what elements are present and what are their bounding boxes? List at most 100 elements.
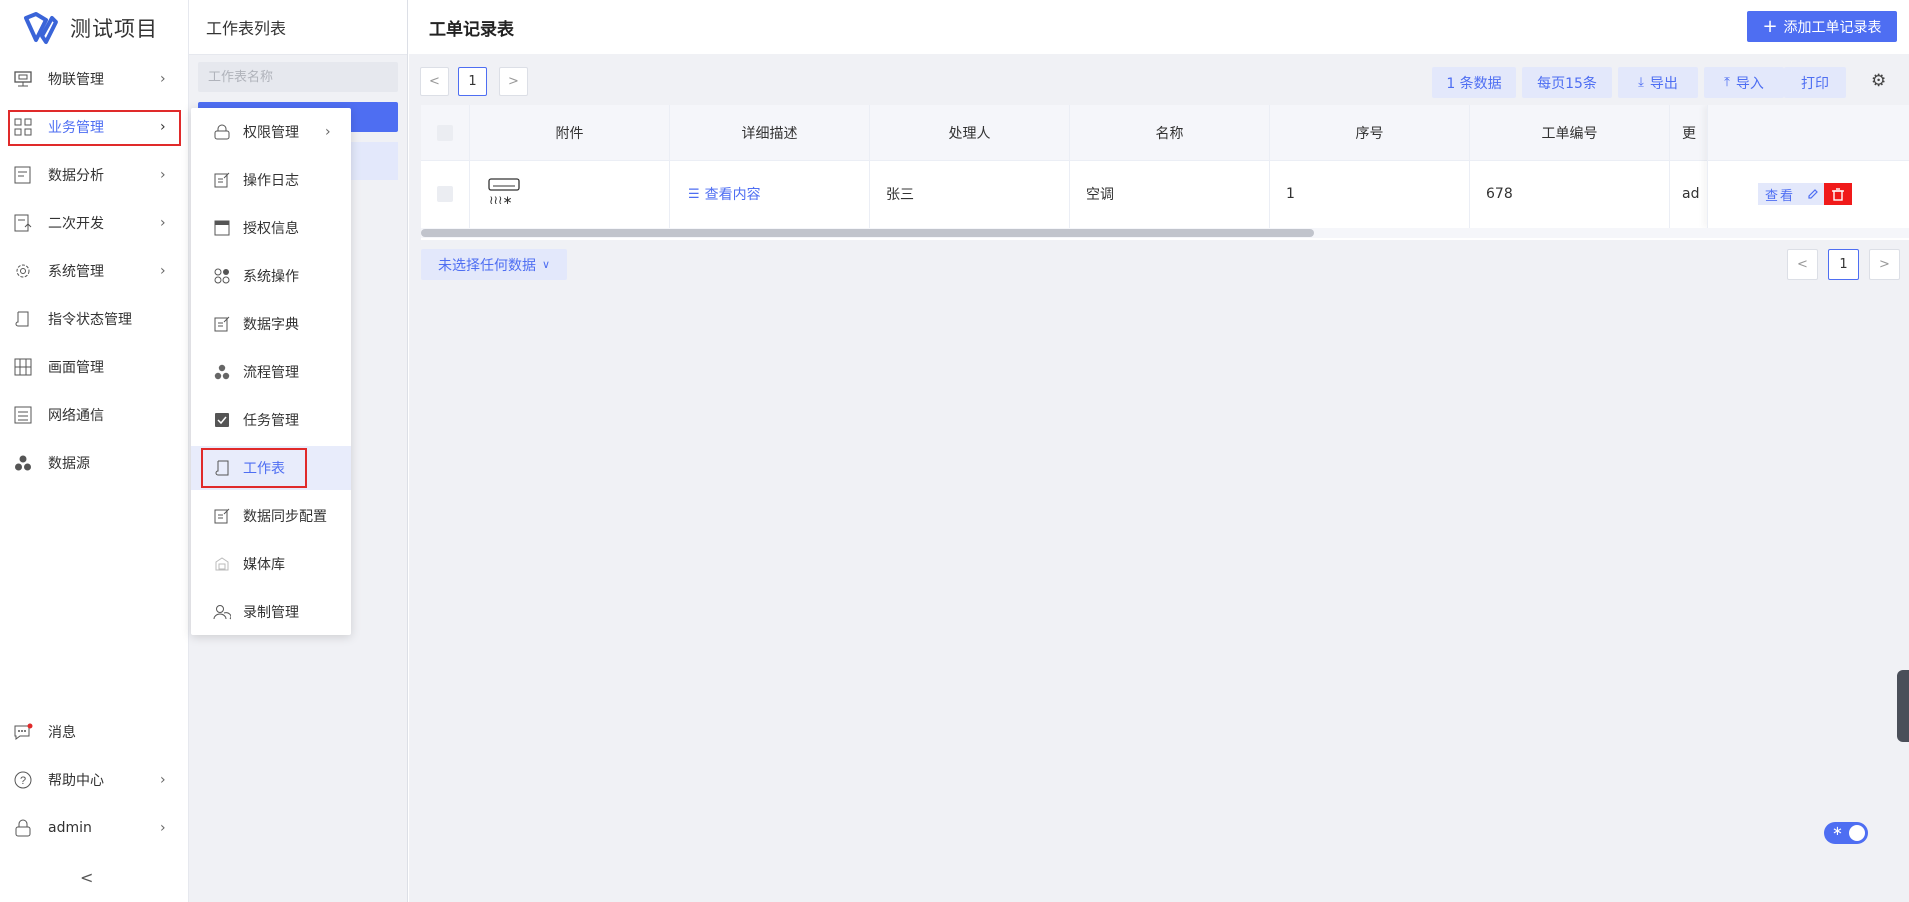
view-button[interactable]: 查看 [1758,183,1802,205]
selection-dropdown[interactable]: 未选择任何数据 ∨ [421,249,567,280]
export-label: 导出 [1649,75,1678,92]
list-panel-title: 工作表列表 [206,19,287,38]
view-content-link[interactable]: 查看内容 [705,184,761,204]
check-doc-icon [213,411,231,429]
app-logo[interactable]: 测试项目 [22,10,158,46]
sidebar-item-label: 画面管理 [48,360,104,376]
image-icon [213,555,231,573]
sidebar-item-label: 物联管理 [48,72,104,88]
sidebar-item-analysis[interactable]: 数据分析 › [0,155,188,195]
sidebar-item-label: admin [48,820,92,836]
theme-toggle[interactable]: ∗ [1824,822,1868,844]
submenu-item-operation-log[interactable]: 操作日志 [191,158,351,202]
lock-icon [13,818,33,838]
edit-doc-icon [213,315,231,333]
window-icon [213,219,231,237]
add-record-label: 添加工单记录表 [1783,19,1882,36]
submenu-item-label: 流程管理 [243,365,299,381]
submenu-item-license[interactable]: 授权信息 [191,206,351,250]
submenu-item-label: 媒体库 [243,557,285,573]
edit-icon[interactable] [1802,183,1824,205]
per-page-label: 每页15条 [1537,75,1597,92]
svg-text:≀≀≀∗: ≀≀≀∗ [489,193,513,207]
air-conditioner-icon[interactable]: ≀≀≀∗ [488,177,520,211]
column-header[interactable]: 处理人 [870,105,1070,160]
logo-icon [24,12,58,44]
settings-gear-icon[interactable]: ⚙ [1871,71,1886,91]
main-content: 工单记录表 + 添加工单记录表 < 1 > 1 条数据 每页15条 ⤓ 导出 ⤒… [409,0,1909,902]
select-all-cell [421,105,470,160]
collapse-sidebar-button[interactable]: < [80,868,93,887]
export-button[interactable]: ⤓ 导出 [1618,67,1698,98]
chevron-right-icon: › [160,215,166,231]
app-title: 测试项目 [70,17,158,41]
submenu-item-label: 系统操作 [243,269,299,285]
sidebar-item-system[interactable]: 系统管理 › [0,251,188,291]
dots-cluster-icon [13,453,33,473]
screen-grid-icon [13,357,33,377]
add-record-button[interactable]: + 添加工单记录表 [1747,11,1897,42]
column-header[interactable]: 序号 [1270,105,1470,160]
column-header[interactable]: 名称 [1070,105,1270,160]
sidebar-item-datasource[interactable]: 数据源 [0,443,188,483]
sidebar-item-screen[interactable]: 画面管理 [0,347,188,387]
submenu-item-recording[interactable]: 录制管理 [191,590,351,634]
business-submenu: 权限管理 › 操作日志 授权信息 系统操作 数据字典 流程管理 任务管理 工作表… [191,108,351,635]
attachment-cell: ≀≀≀∗ [470,160,670,228]
submenu-item-media[interactable]: 媒体库 [191,542,351,586]
dots-cluster-icon [213,363,231,381]
highlight-box [201,448,307,488]
page-number-button[interactable]: 1 [1828,249,1859,280]
document-icon: ☰ [688,186,700,202]
sidebar-item-help[interactable]: ? 帮助中心 › [0,760,188,800]
sidebar-item-network[interactable]: 网络通信 [0,395,188,435]
star-icon: ∗ [1832,824,1843,839]
sidebar-item-label: 二次开发 [48,216,104,232]
submenu-item-system-ops[interactable]: 系统操作 [191,254,351,298]
prev-page-button[interactable]: < [420,67,449,96]
chat-icon [13,722,33,742]
submenu-item-permissions[interactable]: 权限管理 › [191,110,351,154]
worksheet-search-input[interactable] [198,62,408,92]
column-header[interactable]: 详细描述 [670,105,870,160]
next-page-button[interactable]: > [499,67,528,96]
side-tool-widget[interactable] [1897,670,1909,742]
prev-page-button[interactable]: < [1787,249,1818,280]
selection-label: 未选择任何数据 [437,257,536,274]
per-page-select[interactable]: 每页15条 [1522,67,1612,98]
sidebar-item-messages[interactable]: 消息 [0,712,188,752]
submenu-item-dictionary[interactable]: 数据字典 [191,302,351,346]
print-label: 打印 [1801,75,1829,92]
code-doc-icon [13,213,33,233]
submenu-item-tasks[interactable]: 任务管理 [191,398,351,442]
chart-doc-icon [13,165,33,185]
print-button[interactable]: 打印 [1784,67,1846,98]
submenu-item-label: 操作日志 [243,173,299,189]
row-checkbox[interactable] [437,186,453,202]
worksheet-search[interactable] [198,62,408,92]
sidebar-item-dev[interactable]: 二次开发 › [0,203,188,243]
delete-icon[interactable] [1824,183,1852,205]
title-bar: 工单记录表 + 添加工单记录表 [409,0,1909,54]
import-button[interactable]: ⤒ 导入 [1704,67,1784,98]
edit-doc-icon [213,507,231,525]
sidebar-item-admin[interactable]: admin › [0,808,188,848]
sidebar-item-label: 网络通信 [48,408,104,424]
sidebar-item-label: 系统管理 [48,264,104,280]
sidebar-item-iot[interactable]: 物联管理 › [0,59,188,99]
column-header[interactable]: 工单编号 [1470,105,1670,160]
select-all-checkbox[interactable] [437,124,453,141]
highlight-box [8,110,181,146]
monitor-icon [13,69,33,89]
page-number-button[interactable]: 1 [458,67,487,96]
help-icon: ? [13,770,33,790]
submenu-item-data-sync[interactable]: 数据同步配置 [191,494,351,538]
next-page-button[interactable]: > [1869,249,1900,280]
column-header[interactable]: 附件 [470,105,670,160]
chevron-right-icon: › [160,820,166,836]
sidebar-item-label: 数据源 [48,456,90,472]
submenu-item-workflow[interactable]: 流程管理 [191,350,351,394]
plus-icon: + [1762,16,1778,37]
sidebar-item-command[interactable]: 指令状态管理 [0,299,188,339]
horizontal-scrollbar[interactable] [421,229,1314,237]
